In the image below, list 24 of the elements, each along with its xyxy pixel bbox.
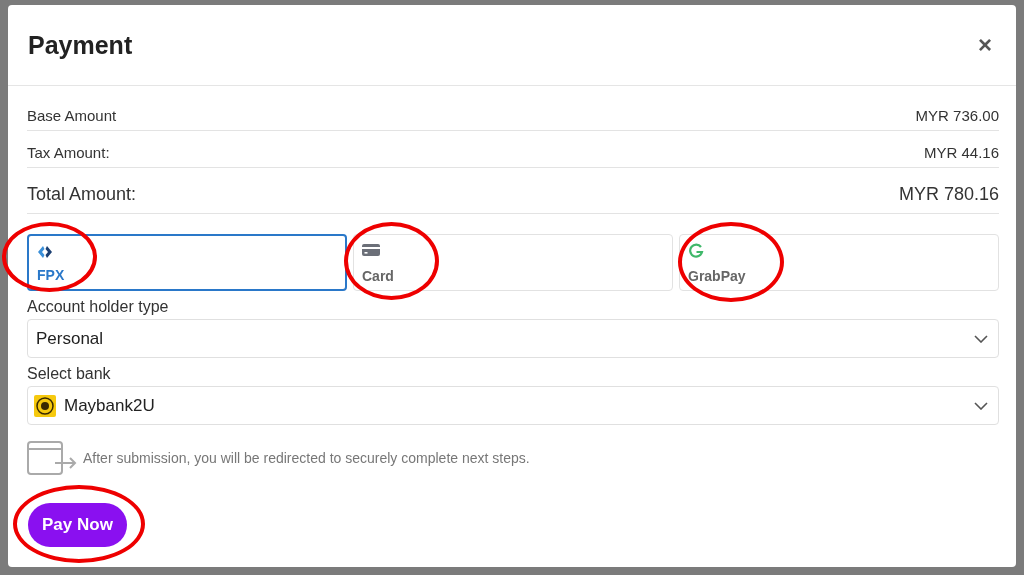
chevrons-icon bbox=[37, 244, 53, 260]
amount-label: Total Amount: bbox=[27, 184, 137, 205]
bank-select[interactable]: Maybank2U bbox=[27, 386, 999, 425]
account-type-select[interactable]: Personal bbox=[27, 319, 999, 358]
redirect-note: After submission, you will be redirected to securely complete next steps. bbox=[83, 450, 530, 466]
pay-now-button[interactable]: Pay Now bbox=[28, 503, 127, 547]
field-label: Account holder type bbox=[27, 298, 169, 316]
g-letter-icon bbox=[688, 243, 704, 259]
payment-method-tab[interactable]: Card bbox=[353, 234, 673, 291]
amount-value: MYR 44.16 bbox=[923, 144, 999, 161]
card-icon bbox=[362, 243, 380, 257]
amount-value: MYR 736.00 bbox=[915, 107, 999, 124]
dialog-title: Payment bbox=[28, 30, 133, 60]
bank-logo-icon bbox=[34, 394, 56, 417]
field-label: Select bank bbox=[27, 365, 111, 383]
browser-redirect-icon bbox=[27, 441, 77, 475]
chevron-down-icon bbox=[974, 401, 988, 410]
amount-value: MYR 780.16 bbox=[898, 184, 999, 205]
amount-label: Tax Amount: bbox=[27, 144, 110, 161]
chevron-down-icon bbox=[974, 334, 988, 343]
payment-method-tab[interactable]: GrabPay bbox=[679, 234, 999, 291]
payment-method-tab[interactable]: FPX bbox=[27, 234, 347, 291]
close-button[interactable]: × bbox=[974, 31, 996, 59]
amount-label: Base Amount bbox=[27, 107, 117, 124]
